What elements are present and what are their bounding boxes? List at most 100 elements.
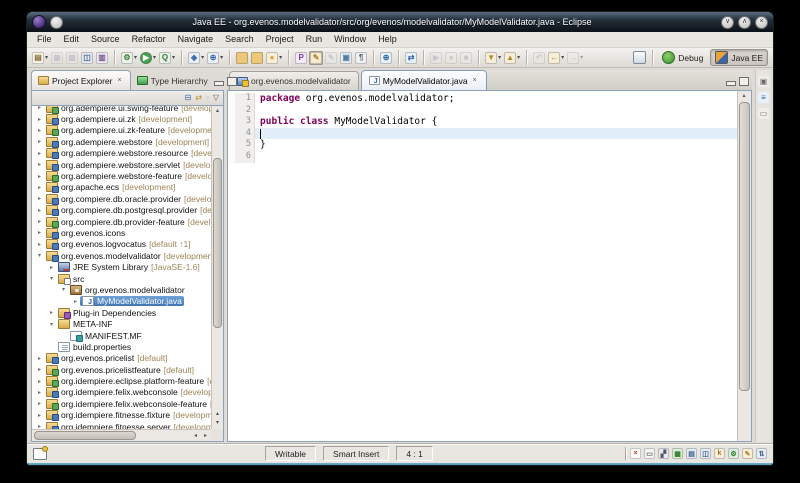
report-button[interactable]: ▥ [95, 51, 109, 65]
editor-scroll-up-icon[interactable]: ▴ [738, 92, 750, 101]
expand-arrow-icon[interactable]: ▸ [35, 229, 44, 236]
code-line[interactable]: 4 [228, 127, 737, 140]
menu-item-window[interactable]: Window [328, 32, 372, 47]
expand-arrow-icon[interactable]: ▸ [35, 150, 44, 157]
tree-vscroll-thumb[interactable] [213, 157, 222, 328]
expand-arrow-icon[interactable]: ▸ [35, 378, 44, 385]
menu-item-navigate[interactable]: Navigate [172, 32, 220, 47]
tree-item[interactable]: ▸org.compiere.db.postgresql.provider[dev… [32, 205, 211, 217]
expand-arrow-icon[interactable]: ▸ [35, 161, 44, 168]
tree-item[interactable]: ▸org.idempiere.fitnesse.server[developme… [32, 421, 211, 429]
open-plugin-artifact-button[interactable]: P [294, 51, 308, 65]
new-web-wizard-button[interactable]: ◈ ▾ [187, 51, 205, 65]
focus-icon[interactable]: ▫ [206, 93, 209, 103]
expand-arrow-icon[interactable]: ▾ [59, 286, 68, 293]
tree-item[interactable]: ▸org.adempiere.webstore.servlet[developm… [32, 159, 211, 171]
view-menu-icon[interactable]: ▽ [213, 93, 219, 103]
tree-item[interactable]: ▸ JRE System Library [JavaSE-1.6] [32, 261, 211, 273]
tree-item[interactable]: ▸org.compiere.db.oracle.provider[develop… [32, 193, 211, 205]
tree-item-content[interactable]: org.idempiere.felix.webconsole[developme… [44, 387, 211, 399]
tree-item-content[interactable]: org.compiere.db.provider-feature[develop… [44, 216, 211, 228]
tree-item-content[interactable]: org.adempiere.webstore.servlet[developme… [44, 159, 211, 171]
tree-item-content[interactable]: org.evenos.icons [44, 227, 127, 239]
collapse-all-icon[interactable]: ⊟ [185, 93, 192, 103]
code-text[interactable]: } [255, 139, 737, 151]
back-dropdown-icon[interactable]: ▾ [561, 54, 564, 61]
external-tools-button[interactable]: Q ▾ [158, 51, 176, 65]
new-wizard-button[interactable]: ▤ ▾ [31, 51, 49, 65]
expand-arrow-icon[interactable]: ▸ [35, 184, 44, 191]
annotate-trim-icon[interactable]: ✎ [742, 448, 753, 459]
close-tab-icon[interactable]: × [471, 76, 479, 85]
menu-item-file[interactable]: File [31, 32, 58, 47]
code-text[interactable] [255, 105, 737, 117]
code-text[interactable] [255, 127, 737, 140]
tree-item-content[interactable]: META-INF [56, 319, 115, 330]
search-button[interactable]: ● ▾ [265, 51, 283, 65]
expand-arrow-icon[interactable]: ▸ [35, 389, 44, 396]
web-services-wizard-button[interactable]: ⊕ ▾ [206, 51, 224, 65]
maximize-editor-icon[interactable] [739, 77, 749, 86]
expand-arrow-icon[interactable]: ▾ [35, 252, 44, 259]
markers-trim-icon[interactable]: ◫ [700, 448, 711, 459]
synchronize-button[interactable]: ⇄ [404, 51, 418, 65]
tree-item[interactable]: ▸org.idempiere.felix.webconsole-feature[… [32, 398, 211, 410]
tree-item[interactable]: MANIFEST.MF [32, 330, 211, 342]
next-annotation-dropdown-icon[interactable]: ▾ [498, 54, 501, 61]
tree-item-content[interactable]: org.compiere.db.postgresql.provider[deve… [44, 205, 211, 217]
next-annotation-button[interactable]: ▼ ▾ [484, 51, 502, 65]
tree-item-content[interactable]: org.idempiere.fitnesse.server[developmen… [44, 421, 211, 429]
build-trim-icon[interactable]: ⚙ [728, 448, 739, 459]
tab-project-explorer[interactable]: Project Explorer × [31, 70, 131, 90]
mark-occurrences-button[interactable]: ✎ [309, 50, 324, 65]
external-tools-dropdown-icon[interactable]: ▾ [172, 54, 175, 61]
problems-trim-icon[interactable]: × [630, 448, 641, 459]
expand-arrow-icon[interactable]: ▸ [35, 138, 44, 145]
maximize-icon[interactable]: ∧ [738, 15, 751, 29]
expand-arrow-icon[interactable]: ▸ [47, 264, 56, 271]
editor-vscroll-thumb[interactable] [739, 102, 750, 391]
tree-item[interactable]: ▸ org.adempiere.webstore [development] [32, 136, 211, 148]
tree-item-content[interactable]: org.idempiere.fitnesse.fixture[developme… [44, 410, 211, 422]
minimized-views-icon[interactable] [33, 445, 48, 460]
tree-item-content[interactable]: org.evenos.modelvalidator [68, 284, 187, 295]
tree-item-content[interactable]: JRE System Library [JavaSE-1.6] [56, 262, 202, 273]
run-button[interactable]: ▶ ▾ [139, 51, 157, 65]
editor-vertical-scrollbar[interactable]: ▴ [737, 91, 751, 441]
tasklist-view-icon[interactable]: ▭ [758, 108, 769, 119]
tree-item[interactable]: ▸ org.idempiere.fitnesse.fixture [developm… [32, 410, 211, 422]
tree-item[interactable]: ▾ src [32, 273, 211, 285]
run-dropdown-icon[interactable]: ▾ [153, 54, 156, 61]
tab-type-hierarchy[interactable]: Type Hierarchy [131, 71, 214, 90]
code-line[interactable]: 2 [228, 104, 737, 117]
expand-arrow-icon[interactable]: ▸ [35, 106, 44, 111]
expand-arrow-icon[interactable]: ▸ [35, 195, 44, 202]
tree-item[interactable]: build.properties [32, 341, 211, 352]
scroll-up2-icon[interactable]: ▴ [212, 410, 223, 419]
debug-button[interactable]: ⚙ ▾ [120, 51, 138, 65]
tree-item-content[interactable]: org.evenos.pricelistfeature [default] [44, 364, 196, 376]
print-button[interactable]: ◫ [80, 51, 94, 65]
tree-item[interactable]: ▸org.adempiere.webstore.resource[develop… [32, 148, 211, 160]
close-icon[interactable]: × [755, 15, 768, 29]
sort-trim-icon[interactable]: ⇅ [756, 448, 767, 459]
restore-views-icon[interactable]: ▣ [758, 76, 769, 87]
tree-item-content[interactable]: org.evenos.modelvalidator[development] [44, 250, 211, 262]
tree-item[interactable]: ▸ org.evenos.logvocatus [default ↑1] [32, 239, 211, 251]
show-whitespace-button[interactable]: ¶ [354, 51, 368, 65]
maximize-view-icon[interactable] [226, 77, 237, 86]
tree-item[interactable]: ▸org.adempiere.webstore-feature[developm… [32, 170, 211, 183]
tree-item[interactable]: ▸org.adempiere.ui.swing-feature[developm… [32, 106, 211, 114]
tree-vertical-scrollbar[interactable]: ▴ ▴ ▾ [211, 106, 223, 429]
expand-arrow-icon[interactable]: ▸ [35, 400, 44, 407]
tree-item-content[interactable]: org.evenos.pricelist [default] [44, 353, 169, 365]
expand-arrow-icon[interactable]: ▸ [47, 309, 56, 316]
outline-view-icon[interactable]: ≡ [758, 92, 769, 103]
minimize-editor-icon[interactable] [726, 81, 736, 86]
tree-item[interactable]: ▸ org.evenos.pricelistfeature [default] [32, 364, 211, 376]
tree-item-content[interactable]: src [56, 273, 86, 285]
tree-item-content[interactable]: org.adempiere.webstore.resource[developm… [44, 148, 211, 160]
debug-dropdown-icon[interactable]: ▾ [134, 54, 137, 61]
new-web-wizard-dropdown-icon[interactable]: ▾ [201, 54, 204, 61]
tree-item[interactable]: ▸ org.apache.ecs [development] [32, 182, 211, 194]
